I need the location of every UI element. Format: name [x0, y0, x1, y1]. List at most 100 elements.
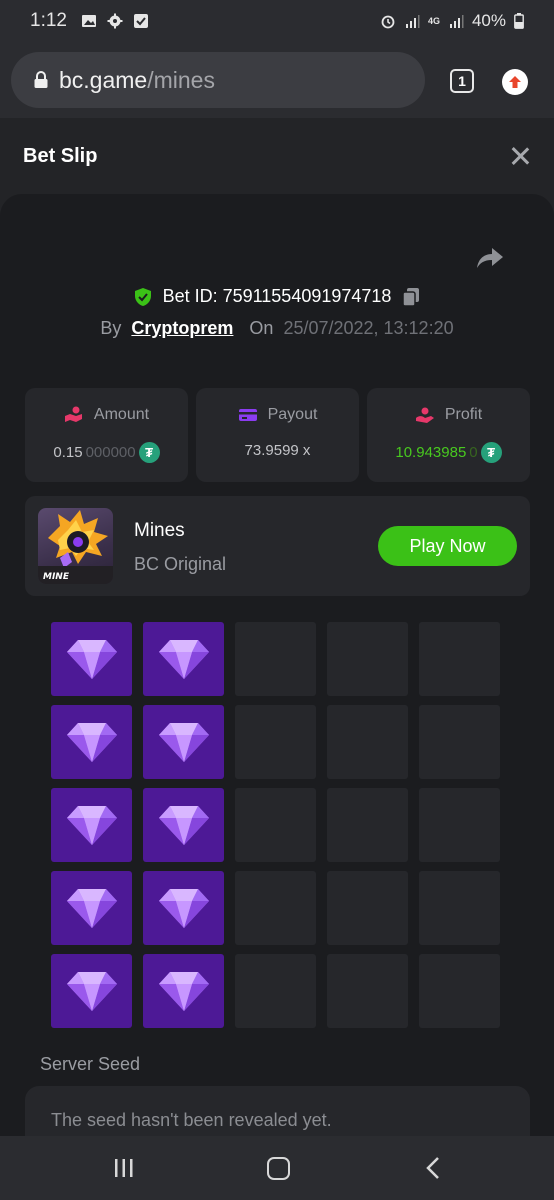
payout-value: 73.9599 x: [244, 442, 311, 459]
modal-header: Bet Slip: [0, 118, 554, 194]
profit-label: Profit: [444, 406, 483, 423]
tether-icon: ₮: [138, 442, 160, 463]
gem-tile: [143, 622, 224, 696]
gem-tile: [143, 871, 224, 945]
gem-icon: [158, 723, 209, 762]
checkbox-notification-icon: [133, 14, 148, 28]
hidden-tile: [327, 871, 408, 945]
profit-value-trailing: 0: [469, 444, 478, 461]
gem-icon: [66, 806, 117, 845]
username-link[interactable]: Cryptoprem: [131, 318, 233, 339]
gem-icon: [66, 640, 117, 679]
hidden-tile: [235, 788, 316, 862]
hidden-tile: [235, 622, 316, 696]
hidden-tile: [419, 871, 500, 945]
system-nav-bar: [0, 1136, 554, 1200]
signal-icon-2: [449, 15, 464, 28]
recent-apps-icon[interactable]: [113, 1158, 135, 1178]
tether-icon: ₮: [480, 442, 502, 463]
url-domain: bc.game: [59, 66, 148, 93]
bet-meta-row: By Cryptoprem On 25/07/2022, 13:12:20: [0, 318, 554, 339]
alarm-icon: [381, 15, 395, 29]
gem-tile: [143, 954, 224, 1028]
payout-label: Payout: [267, 406, 318, 423]
game-card: MINE Mines BC Original Play Now: [25, 496, 530, 596]
hidden-tile: [235, 954, 316, 1028]
share-icon[interactable]: [476, 246, 504, 270]
gem-tile: [143, 788, 224, 862]
settings-icon: [107, 13, 123, 29]
game-name: Mines: [134, 520, 185, 541]
hidden-tile: [327, 954, 408, 1028]
profit-value: 10.943985: [395, 444, 467, 461]
bet-id: Bet ID: 75911554091974718: [162, 286, 392, 306]
thumb-label: MINE: [43, 572, 70, 582]
gem-icon: [158, 640, 209, 679]
browser-toolbar: bc.game/mines 1: [0, 42, 554, 118]
status-bar: 1:12 4G 40%: [0, 0, 554, 42]
gallery-icon: [81, 15, 96, 27]
profit-stat: Profit 10.943985 0 ₮: [367, 388, 530, 482]
verified-shield-icon: [134, 287, 151, 306]
address-bar[interactable]: bc.game/mines: [11, 52, 425, 108]
battery-icon: [514, 13, 524, 29]
amount-label: Amount: [93, 406, 150, 423]
hidden-tile: [419, 788, 500, 862]
home-icon[interactable]: [267, 1157, 290, 1180]
gem-tile: [51, 622, 132, 696]
close-button[interactable]: [509, 145, 531, 167]
server-seed-field: The seed hasn't been revealed yet.: [25, 1086, 530, 1136]
profit-icon: [415, 407, 434, 423]
copy-icon[interactable]: [401, 287, 421, 307]
lock-icon: [34, 71, 48, 88]
hidden-tile: [327, 788, 408, 862]
bet-stats: Amount 0.15 000000 ₮ Payout 73.9599 x Pr…: [25, 388, 530, 482]
url-path: /mines: [147, 66, 215, 93]
back-icon[interactable]: [424, 1156, 442, 1180]
modal-title: Bet Slip: [23, 144, 98, 167]
gem-tile: [51, 871, 132, 945]
hidden-tile: [419, 705, 500, 779]
signal-icon: [405, 15, 420, 28]
hidden-tile: [419, 954, 500, 1028]
gem-icon: [158, 972, 209, 1011]
update-button[interactable]: [502, 69, 528, 95]
amount-value: 0.15: [53, 444, 83, 461]
amount-stat: Amount 0.15 000000 ₮: [25, 388, 188, 482]
amount-icon: [64, 406, 82, 422]
gem-tile: [51, 954, 132, 1028]
game-provider: BC Original: [134, 554, 227, 574]
bet-date: 25/07/2022, 13:12:20: [283, 318, 454, 338]
payout-card-icon: [238, 409, 257, 421]
mines-game-thumbnail[interactable]: MINE: [38, 508, 113, 584]
battery-percent: 40%: [471, 11, 506, 30]
status-time: 1:12: [30, 10, 67, 31]
gem-tile: [51, 705, 132, 779]
hidden-tile: [235, 705, 316, 779]
gem-icon: [66, 972, 117, 1011]
mines-grid: [51, 622, 501, 1028]
payout-stat: Payout 73.9599 x: [196, 388, 359, 482]
bet-id-row: Bet ID: 75911554091974718: [0, 286, 554, 307]
gem-icon: [66, 723, 117, 762]
play-now-button[interactable]: Play Now: [378, 526, 517, 566]
hidden-tile: [327, 705, 408, 779]
bet-details-card: Bet ID: 75911554091974718 By Cryptoprem …: [0, 194, 554, 1136]
network-type-label: 4G: [427, 16, 440, 26]
tab-switcher-button[interactable]: 1: [450, 69, 474, 93]
url-text: bc.game/mines: [59, 67, 215, 94]
gem-icon: [66, 889, 117, 928]
hidden-tile: [419, 622, 500, 696]
gem-tile: [143, 705, 224, 779]
bet-slip-modal: Bet Slip Bet ID: 75911554091974718 By Cr…: [0, 118, 554, 1136]
gem-tile: [51, 788, 132, 862]
gem-icon: [158, 889, 209, 928]
amount-value-trailing: 000000: [85, 444, 136, 461]
bomb-explosion-icon: MINE: [38, 510, 113, 584]
gem-icon: [158, 806, 209, 845]
hidden-tile: [235, 871, 316, 945]
arrow-up-icon: [509, 76, 521, 88]
server-seed-label: Server Seed: [40, 1054, 141, 1074]
on-label: On: [249, 318, 274, 338]
by-label: By: [100, 318, 122, 338]
